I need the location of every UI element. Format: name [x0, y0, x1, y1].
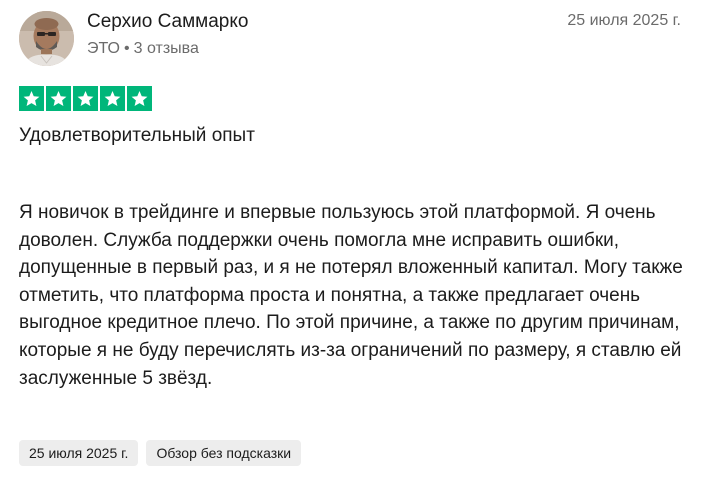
star-icon — [100, 86, 125, 111]
meta-separator: • — [124, 40, 130, 57]
star-rating — [19, 86, 152, 111]
star-icon — [127, 86, 152, 111]
review-date: 25 июля 2025 г. — [567, 12, 681, 29]
avatar-photo — [19, 11, 74, 66]
experience-date-tag: 25 июля 2025 г. — [19, 440, 139, 466]
star-icon — [19, 86, 44, 111]
star-icon — [73, 86, 98, 111]
star-icon — [46, 86, 71, 111]
avatar[interactable] — [19, 11, 74, 66]
review-body: Я новичок в трейдинге и впервые пользуюс… — [19, 202, 683, 389]
author-country: ЭТО — [87, 40, 120, 57]
review-title[interactable]: Удовлетворительный опыт — [19, 125, 255, 147]
author-meta: ЭТО • 3 отзыва — [87, 40, 199, 58]
author-reviews-count[interactable]: 3 отзыва — [134, 40, 199, 57]
review-tags: 25 июля 2025 г. Обзор без подсказки — [19, 440, 302, 466]
review-type-tag[interactable]: Обзор без подсказки — [146, 440, 302, 466]
author-name[interactable]: Серхио Саммарко — [87, 11, 248, 33]
